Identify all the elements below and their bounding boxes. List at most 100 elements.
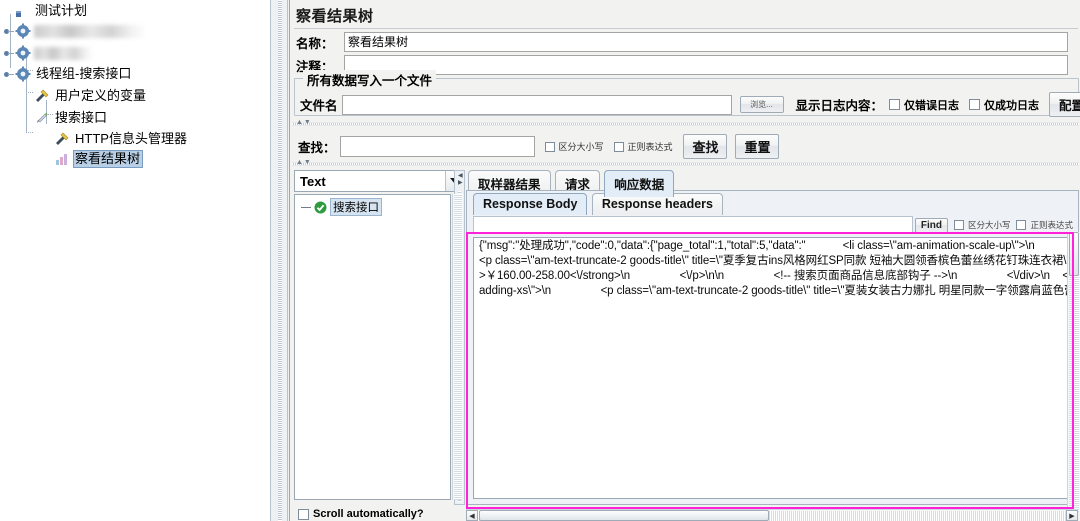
tree-item-redacted-2[interactable]: [2, 42, 92, 64]
gear-icon: [15, 23, 31, 39]
tree-item-redacted-1[interactable]: [2, 20, 144, 42]
scroll-right-arrow[interactable]: ▶: [1066, 510, 1078, 521]
render-format-value: Text: [300, 173, 326, 189]
sampler-result-label: 搜索接口: [330, 198, 382, 216]
name-field-row: 名称： 察看结果树: [296, 31, 1076, 53]
reset-button[interactable]: 重置: [734, 134, 779, 159]
response-body-scroll-viewport[interactable]: {"msg":"处理成功","code":0,"data":{"page_tot…: [474, 238, 1072, 498]
search-row: 查找： 区分大小写 正则表达式 查找 重置: [298, 134, 779, 159]
scrollbar-thumb[interactable]: [479, 510, 769, 521]
only-success-log-checkbox[interactable]: 仅成功日志: [969, 97, 1039, 113]
search-regex-label: 正则表达式: [627, 142, 673, 152]
response-body-textarea[interactable]: {"msg":"处理成功","code":0,"data":{"page_tot…: [473, 237, 1073, 499]
find-input[interactable]: [473, 216, 913, 234]
filename-row: 文件名 浏览... 显示日志内容： 仅错误日志 仅成功日志 配置: [300, 92, 1080, 117]
log-content-label: 显示日志内容：: [795, 99, 884, 113]
test-plan-tree-panel[interactable]: 测试计划 线程组-搜索接口 用户定义的变量 搜索接口 HTTP信息头管理器 察看…: [0, 0, 270, 521]
checkbox-box[interactable]: [969, 99, 981, 110]
render-format-combo[interactable]: Text: [294, 170, 464, 192]
section-separator-2[interactable]: ▲▼: [292, 159, 1079, 167]
checkbox-box[interactable]: [298, 508, 309, 520]
response-subtabs: Response Body Response headers: [473, 193, 724, 215]
listener-config-panel: 察看结果树 名称： 察看结果树 注释： 所有数据写入一个文件 文件名 浏览...…: [289, 0, 1080, 521]
only-success-log-label: 仅成功日志: [984, 99, 1040, 112]
tree-expand-handle[interactable]: [2, 68, 15, 81]
success-icon: [314, 201, 327, 214]
section-separator-1[interactable]: ▲▼: [292, 119, 1079, 127]
search-case-sensitive-checkbox[interactable]: 区分大小写: [544, 140, 604, 153]
separator-collapse-arrows[interactable]: ▲▼: [296, 159, 312, 167]
tree-item-label-redacted: [34, 24, 144, 38]
gear-icon: [15, 66, 31, 82]
filename-input[interactable]: [341, 94, 732, 115]
gear-icon: [15, 45, 31, 61]
sampler-tree-vertical-scrollbar[interactable]: [452, 194, 463, 500]
checkbox-box[interactable]: [953, 220, 964, 230]
page-title: 察看结果树: [296, 8, 374, 25]
only-error-log-checkbox[interactable]: 仅错误日志: [889, 97, 959, 113]
tree-item-label: HTTP信息头管理器: [75, 131, 187, 146]
write-all-data-group-title: 所有数据写入一个文件: [303, 70, 437, 89]
find-button[interactable]: Find: [914, 217, 948, 233]
browse-button[interactable]: 浏览...: [739, 96, 784, 113]
response-horizontal-scrollbar[interactable]: ◀ ▶: [466, 509, 1078, 521]
tree-item-http-header-manager[interactable]: HTTP信息头管理器: [54, 128, 190, 150]
tree-item-label: 搜索接口: [55, 110, 108, 125]
sampler-result-item[interactable]: 搜索接口: [301, 198, 382, 216]
search-button[interactable]: 查找: [682, 134, 727, 159]
tree-item-label-redacted: [34, 46, 92, 60]
wrench-icon: [34, 88, 50, 104]
name-input[interactable]: 察看结果树: [344, 32, 1068, 52]
pencil-icon: [34, 110, 50, 126]
find-regex-checkbox[interactable]: 正则表达式: [1016, 219, 1073, 231]
find-case-sensitive-checkbox[interactable]: 区分大小写: [953, 219, 1011, 231]
splitter-arrows[interactable]: ◀ ▶: [458, 173, 463, 187]
wrench-icon: [54, 131, 70, 147]
search-label: 查找：: [298, 141, 336, 155]
jmeter-window: 测试计划 线程组-搜索接口 用户定义的变量 搜索接口 HTTP信息头管理器 察看…: [0, 0, 1080, 521]
checkbox-box[interactable]: [544, 141, 555, 152]
response-body-text: {"msg":"处理成功","code":0,"data":{"page_tot…: [479, 240, 1072, 297]
config-button[interactable]: 配置: [1049, 92, 1080, 117]
sampler-results-tree[interactable]: 搜索接口: [294, 194, 451, 500]
chart-icon: [54, 151, 70, 167]
name-label: 名称：: [296, 36, 334, 51]
checkbox-box[interactable]: [613, 141, 624, 152]
test-plan-icon: [14, 3, 30, 19]
splitter-grip[interactable]: [278, 0, 282, 521]
tree-item-thread-group[interactable]: 线程组-搜索接口: [2, 63, 134, 85]
tab-response-data[interactable]: 响应数据: [604, 170, 675, 197]
checkbox-box[interactable]: [889, 99, 901, 110]
separator-collapse-arrows[interactable]: ▲▼: [296, 119, 312, 127]
scrollbar-track[interactable]: [454, 194, 462, 500]
find-case-sensitive-label: 区分大小写: [967, 220, 1011, 230]
response-data-panel: Response Body Response headers Find 区分大小…: [466, 190, 1079, 505]
find-regex-label: 正则表达式: [1030, 220, 1073, 230]
scroll-left-arrow[interactable]: ◀: [466, 510, 478, 521]
tree-expand-handle[interactable]: [2, 47, 15, 60]
tree-item-test-plan[interactable]: 测试计划: [14, 0, 90, 22]
checkbox-box[interactable]: [1016, 220, 1027, 230]
tree-item-label: 测试计划: [35, 3, 88, 18]
tree-item-search-api[interactable]: 搜索接口: [34, 107, 110, 129]
scroll-automatically-checkbox[interactable]: Scroll automatically?: [298, 508, 424, 521]
tree-item-view-results-tree[interactable]: 察看结果树: [54, 148, 144, 170]
scrollbar-thumb[interactable]: [1069, 232, 1079, 276]
tree-expand-handle[interactable]: [2, 25, 15, 38]
tree-connector-line: [26, 132, 34, 133]
title-divider: [294, 28, 1078, 29]
scroll-auto-wrap[interactable]: Scroll automatically?: [298, 508, 424, 520]
comment-input[interactable]: [344, 55, 1068, 75]
response-vertical-scrollbar[interactable]: [1067, 232, 1080, 512]
tree-item-label: 用户定义的变量: [55, 88, 147, 103]
panel-splitter[interactable]: [270, 0, 288, 521]
tree-connector-line: [26, 92, 34, 93]
search-regex-checkbox[interactable]: 正则表达式: [613, 140, 673, 153]
subtab-response-body[interactable]: Response Body: [473, 193, 588, 215]
tree-item-label: 线程组-搜索接口: [36, 66, 132, 81]
find-bar: Find 区分大小写 正则表达式: [473, 215, 1073, 235]
tree-item-user-defined-variables[interactable]: 用户定义的变量: [34, 85, 149, 107]
search-input[interactable]: [339, 136, 535, 157]
scroll-automatically-label: Scroll automatically?: [313, 508, 424, 520]
only-error-log-label: 仅错误日志: [904, 99, 960, 112]
